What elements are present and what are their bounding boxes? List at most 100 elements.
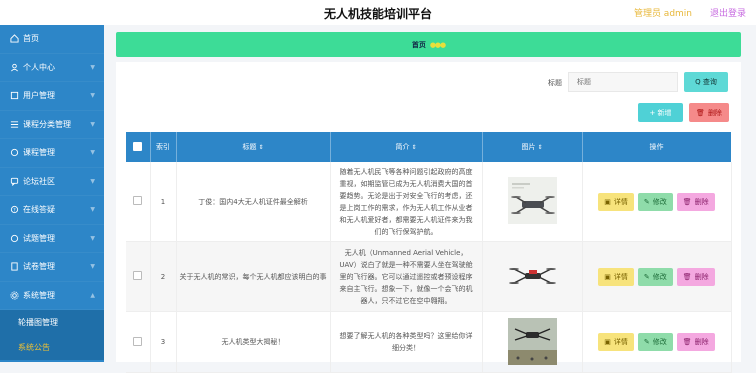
edit-icon: ✎ [643,197,650,206]
cell-index: 1 [150,162,177,242]
chevron-down-icon: ▼ [90,63,95,71]
sidebar-item-courses[interactable]: 课程管理 ▼ [0,139,104,168]
breadcrumb: 首页 ●●● [116,32,741,57]
breadcrumb-home[interactable]: 首页 [412,40,426,50]
trash-icon: 🗑 [682,197,692,206]
logout-link[interactable]: 退出登录 [710,6,746,19]
cell-intro: 无人机（Unmanned Aerial Vehicle，UAV）说白了就是一种不… [339,248,473,305]
cell-title: 无人机类型大揭秘！ [176,311,331,373]
header-select-all[interactable] [126,132,151,162]
sidebar-item-label: 系统管理 [23,290,55,300]
cell-title: 关于无人机的常识，每个无人机都应该明白的事 [176,241,331,312]
sidebar-item-label: 个人中心 [23,62,55,72]
delete-button[interactable]: 🗑 删除 [676,267,715,286]
query-button[interactable]: Q 查询 [684,72,728,92]
detail-icon: ▣ [604,197,611,206]
paper-icon [11,262,18,271]
qa-icon: ? [10,206,19,214]
chevron-down-icon: ▼ [90,263,95,271]
chevron-down-icon: ▼ [90,149,95,157]
home-icon [10,34,19,43]
sidebar-item-course-category[interactable]: 课程分类管理 ▼ [0,111,104,139]
data-table: 索引 标题 ⇕ 简介 ⇕ 图片 ⇕ 操作 1 丁俊：国内4大无人机证件最全解析 随着无… [126,132,732,373]
detail-icon: ▣ [604,338,611,346]
table-row: 1 丁俊：国内4大无人机证件最全解析 随着无人机民飞等各种问题引起政府的高度重视… [126,162,732,242]
sort-icon[interactable]: ⇕ [537,144,542,151]
sidebar-item-home[interactable]: 首页 [0,25,104,54]
question-bank-icon [10,234,19,242]
sidebar: 首页 个人中心 ▼ 用户管理 ▼ 课程分类管理 ▼ 课程管理 ▼ 论坛社区 ▼ … [0,25,104,362]
checkbox[interactable] [133,196,143,205]
batch-delete-label: 删除 [707,108,722,117]
chevron-down-icon: ▼ [90,177,95,185]
cell-index: 2 [150,241,177,312]
edit-icon: ✎ [643,272,650,281]
delete-button[interactable]: 🗑 删除 [676,333,715,351]
sidebar-item-label: 试卷管理 [23,262,55,272]
edit-button[interactable]: ✎ 修改 [637,333,673,351]
gear-icon [10,291,19,300]
sidebar-item-questions[interactable]: 试题管理 ▼ [0,225,104,253]
checkbox[interactable] [133,336,143,346]
chevron-down-icon: ▼ [90,206,95,214]
edit-icon: ✎ [643,338,650,346]
forum-icon [10,177,19,186]
header-ops: 操作 [582,132,732,162]
header-image[interactable]: 图片 ⇕ [482,132,583,162]
cell-index: 3 [150,311,177,373]
search-label: 标题 [548,79,562,87]
sort-icon[interactable]: ⇕ [258,144,263,151]
detail-button[interactable]: ▣ 详情 [598,267,634,286]
sidebar-item-label: 首页 [23,34,39,44]
batch-delete-button[interactable]: 🗑 删除 [689,103,729,122]
sidebar-item-system[interactable]: 系统管理 ▲ [0,282,104,310]
sidebar-item-label: 课程分类管理 [23,119,71,129]
cell-intro: 随着无人机民飞等各种问题引起政府的高度重视，如期监管已成为无人机消费大国的首要趋… [339,167,473,236]
checkbox[interactable] [133,141,143,151]
header-intro[interactable]: 简介 ⇕ [330,132,483,162]
sidebar-item-label: 论坛社区 [23,176,55,186]
admin-label: 管理员 admin [633,9,692,19]
header-index: 索引 [150,132,177,162]
table-header-row: 索引 标题 ⇕ 简介 ⇕ 图片 ⇕ 操作 [126,132,732,162]
cell-title: 丁俊：国内4大无人机证件最全解析 [176,162,331,242]
sidebar-subitem-announcement[interactable]: 系统公告 [0,335,104,360]
sidebar-item-forum[interactable]: 论坛社区 ▼ [0,168,104,196]
search-input[interactable] [568,72,678,92]
course-icon [10,149,19,157]
category-icon [10,121,19,128]
trash-icon: 🗑 [682,272,692,281]
user-icon [11,63,18,72]
sidebar-item-qa[interactable]: ? 在线答疑 ▼ [0,196,104,225]
header-title[interactable]: 标题 ⇕ [176,132,331,162]
main-panel: 标题 Q 查询 + 新增 🗑 删除 索引 标题⇕ 简介⇕ 图片⇕ 操作 1 丁俊… [116,62,741,373]
edit-button[interactable]: ✎ 修改 [637,267,673,286]
sidebar-item-profile[interactable]: 个人中心 ▼ [0,54,104,82]
chevron-down-icon: ▼ [90,120,95,128]
trash-icon: 🗑 [682,338,692,346]
breadcrumb-decoration: ●●● [429,40,446,49]
edit-button[interactable]: ✎ 修改 [637,192,673,211]
checkbox[interactable] [133,271,143,280]
chevron-down-icon: ▼ [90,234,95,242]
detail-button[interactable]: ▣ 详情 [598,333,634,351]
drone-image [507,255,557,296]
sidebar-item-label: 试题管理 [23,233,55,243]
table-row: 3 无人机类型大揭秘！ 想要了解无人机的各种类型吗？这里给你详细分类！ ▣ 详情… [126,311,732,373]
drone-image [507,317,557,365]
chevron-down-icon: ▼ [90,92,95,100]
sidebar-item-label: 用户管理 [23,91,55,101]
users-icon [10,92,19,100]
detail-icon: ▣ [604,272,611,281]
sort-icon[interactable]: ⇕ [411,144,416,151]
sidebar-item-label: 在线答疑 [23,205,55,215]
table-row: 2 关于无人机的常识，每个无人机都应该明白的事 无人机（Unmanned Aer… [126,241,732,312]
delete-button[interactable]: 🗑 删除 [676,192,715,211]
sidebar-item-users[interactable]: 用户管理 ▼ [0,82,104,111]
add-button[interactable]: + 新增 [638,103,683,122]
detail-button[interactable]: ▣ 详情 [598,192,634,211]
sidebar-subitem-carousel[interactable]: 轮播图管理 [0,310,104,335]
sidebar-item-label: 课程管理 [23,148,55,158]
sidebar-item-papers[interactable]: 试卷管理 ▼ [0,253,104,282]
top-bar: 无人机技能培训平台 管理员 admin 退出登录 [0,0,756,25]
